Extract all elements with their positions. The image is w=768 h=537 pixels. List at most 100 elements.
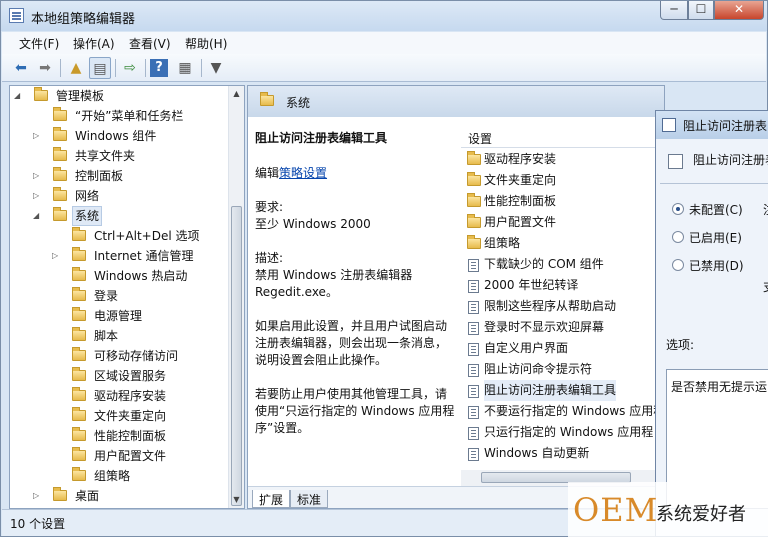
menu-action[interactable]: 操作(A): [73, 35, 115, 52]
tree-item-label: 脚本: [94, 329, 119, 343]
show-tree-icon[interactable]: ▤: [89, 57, 111, 79]
settings-folder-row[interactable]: 用户配置文件: [467, 212, 664, 233]
folder-icon: [467, 235, 481, 249]
tree-item-label: 网络: [75, 189, 100, 203]
close-button[interactable]: ✕: [714, 1, 764, 20]
radio-label: 未配置(C): [689, 203, 743, 217]
radio-dot[interactable]: [672, 231, 684, 243]
scroll-up-icon[interactable]: ▲: [229, 86, 244, 102]
policy-icon: [468, 280, 479, 293]
collapse-arrow-icon[interactable]: ◢: [33, 206, 43, 226]
expand-arrow-icon[interactable]: ▷: [52, 246, 62, 266]
tab-standard[interactable]: 标准: [290, 490, 329, 508]
settings-policy-row[interactable]: 只运行指定的 Windows 应用程: [467, 422, 664, 443]
tree-item-label: 用户配置文件: [94, 449, 167, 463]
forward-icon[interactable]: ➡: [34, 57, 56, 79]
settings-policy-row[interactable]: 下载缺少的 COM 组件: [467, 254, 664, 275]
properties-icon[interactable]: ▦: [174, 57, 196, 79]
dialog-divider: [660, 183, 768, 184]
export-list-icon[interactable]: ⇨: [119, 57, 141, 79]
policy-icon: [468, 322, 479, 335]
tree-item-label: 驱动程序安装: [94, 389, 167, 403]
edit-policy-link[interactable]: 策略设置: [279, 166, 327, 180]
collapse-arrow-icon[interactable]: ◢: [14, 86, 24, 106]
menu-help[interactable]: 帮助(H): [185, 35, 227, 52]
tree-item-label: Windows 热启动: [94, 269, 188, 283]
folder-icon: [72, 427, 86, 441]
settings-policy-row[interactable]: 登录时不显示欢迎屏幕: [467, 317, 664, 338]
settings-row-label: 用户配置文件: [484, 215, 557, 229]
menu-view[interactable]: 查看(V): [129, 35, 171, 52]
settings-policy-row[interactable]: 不要运行指定的 Windows 应用程: [467, 401, 664, 422]
settings-policy-row[interactable]: 2000 年世纪转译: [467, 275, 664, 296]
settings-folder-row[interactable]: 驱动程序安装: [467, 149, 664, 170]
status-text: 10 个设置: [10, 517, 66, 531]
tree-item-label: Ctrl+Alt+Del 选项: [94, 229, 200, 243]
description-para2: 若要防止用户使用其他管理工具，请使用“只运行指定的 Windows 应用程序”设…: [255, 387, 455, 435]
expand-arrow-icon[interactable]: ▷: [33, 186, 43, 206]
folder-icon: [53, 207, 67, 221]
radio-dot[interactable]: [672, 259, 684, 271]
maximize-button[interactable]: ☐: [688, 1, 714, 20]
folder-icon: [34, 87, 48, 101]
tree-item-label: 桌面: [75, 489, 100, 503]
expand-arrow-icon[interactable]: ▷: [33, 166, 43, 186]
policy-icon: [468, 406, 479, 419]
settings-row-label: 文件夹重定向: [484, 173, 557, 187]
settings-row-label: 只运行指定的 Windows 应用程: [484, 425, 654, 439]
details-header: 系统: [248, 86, 664, 117]
settings-policy-row[interactable]: 自定义用户界面: [467, 338, 664, 359]
settings-policy-row[interactable]: Windows 自动更新: [467, 443, 664, 464]
radio-dot[interactable]: [672, 203, 684, 215]
policy-icon: [468, 301, 479, 314]
tab-extended[interactable]: 扩展: [252, 490, 291, 508]
scroll-down-icon[interactable]: ▼: [229, 492, 244, 508]
watermark: OEM 系统爱好者: [568, 482, 768, 537]
settings-policy-row[interactable]: 阻止访问注册表编辑工具: [467, 380, 664, 401]
back-icon[interactable]: ⬅: [10, 57, 32, 79]
settings-folder-row[interactable]: 组策略: [467, 233, 664, 254]
folder-icon: [53, 487, 67, 501]
menu-file[interactable]: 文件(F): [19, 35, 59, 52]
description-text: 禁用 Windows 注册表编辑器 Regedit.exe。: [255, 268, 413, 299]
description-para1: 如果启用此设置，并且用户试图启动注册表编辑器，则会出现一条消息，说明设置会阻止此…: [255, 319, 448, 367]
folder-icon: [72, 227, 86, 241]
folder-icon: [72, 367, 86, 381]
title-bar[interactable]: 本地组策略编辑器 ─ ☐ ✕: [1, 1, 767, 31]
settings-row-label: 限制这些程序从帮助启动: [484, 299, 617, 313]
minimize-button[interactable]: ─: [660, 1, 688, 20]
settings-folder-row[interactable]: 性能控制面板: [467, 191, 664, 212]
scroll-thumb[interactable]: [231, 206, 242, 506]
filter-icon[interactable]: ▼: [205, 57, 227, 79]
expand-arrow-icon[interactable]: ▷: [33, 486, 43, 506]
settings-policy-row[interactable]: 限制这些程序从帮助启动: [467, 296, 664, 317]
tree-item-label: 性能控制面板: [94, 429, 167, 443]
toolbar-separator: [145, 59, 146, 77]
description-label: 描述:: [255, 251, 284, 265]
up-folder-icon[interactable]: ▲: [65, 57, 87, 79]
description: 描述: 禁用 Windows 注册表编辑器 Regedit.exe。: [255, 250, 455, 301]
policy-icon: [468, 259, 479, 272]
tree-item-label: Windows 组件: [75, 129, 157, 143]
dialog-title-bar[interactable]: 阻止访问注册表: [656, 111, 768, 139]
tree-item-label: “开始”菜单和任务栏: [75, 109, 184, 123]
settings-column-header[interactable]: 设置: [461, 126, 664, 148]
tree-item-label: 登录: [94, 289, 119, 303]
settings-folder-row[interactable]: 文件夹重定向: [467, 170, 664, 191]
expand-arrow-icon[interactable]: ▷: [33, 126, 43, 146]
settings-row-label: 性能控制面板: [484, 194, 557, 208]
settings-row-label: 组策略: [484, 236, 521, 250]
tree-item-label: 区域设置服务: [94, 369, 167, 383]
toolbar-separator: [201, 59, 202, 77]
policy-icon: [468, 343, 479, 356]
tree-item-label: 控制面板: [75, 169, 124, 183]
settings-policy-row[interactable]: 阻止访问命令提示符: [467, 359, 664, 380]
folder-icon: [53, 107, 67, 121]
tree-scrollbar[interactable]: ▲ ▼: [228, 86, 244, 508]
window-title: 本地组策略编辑器: [31, 12, 136, 27]
settings-row-label: 登录时不显示欢迎屏幕: [484, 320, 605, 334]
help-icon[interactable]: ?: [150, 59, 168, 77]
policy-dialog: 阻止访问注册表 阻止访问注册表 未配置(C) 已启用(E) 已禁用(D) 注 支…: [655, 110, 768, 537]
tree-item-label: Internet 通信管理: [94, 249, 194, 263]
toolbar-separator: [60, 59, 61, 77]
